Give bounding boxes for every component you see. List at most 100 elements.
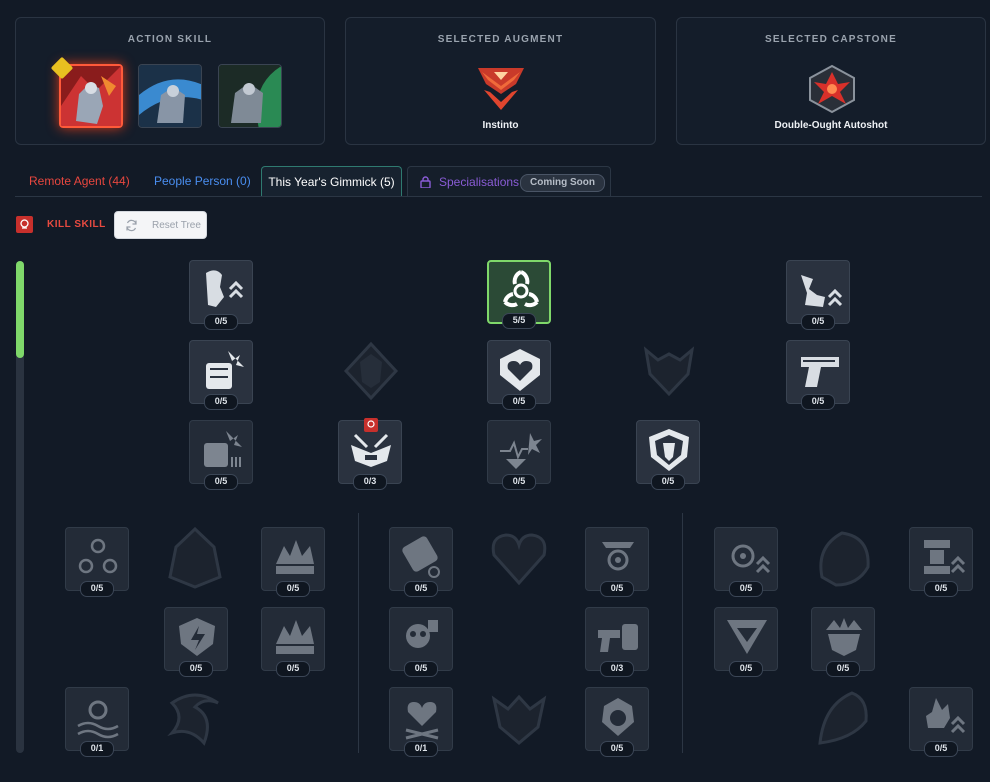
scrollbar-thumb[interactable] xyxy=(16,261,24,358)
skill-node-fist-crash[interactable]: 0/5 xyxy=(189,420,253,490)
skill-node-gun-fist[interactable]: 0/3 xyxy=(585,607,649,677)
skill-rank: 0/3 xyxy=(353,474,387,490)
boot-upgrade-icon xyxy=(801,275,843,307)
demon-emblem-icon xyxy=(643,346,695,397)
skill-rank: 0/5 xyxy=(502,474,536,490)
skill-rank: 0/5 xyxy=(179,661,213,677)
skill-node-skull-gear[interactable]: 0/5 xyxy=(585,687,649,757)
skill-rank: 0/5 xyxy=(276,661,310,677)
tab-remote-agent[interactable]: Remote Agent (44) xyxy=(29,166,130,196)
skill-rank: 0/5 xyxy=(801,314,835,330)
augment-icon[interactable] xyxy=(474,64,528,112)
fist-impact-icon xyxy=(206,351,244,389)
tab-people-person[interactable]: People Person (0) xyxy=(154,166,251,196)
skill-rank: 0/1 xyxy=(404,741,438,757)
skill-node-biohazard-wave[interactable]: 0/1 xyxy=(65,687,129,757)
skill-node-gear-grenade[interactable]: 0/5 xyxy=(389,527,453,597)
action-skill-title: ACTION SKILL xyxy=(127,34,213,45)
biohazard-icon xyxy=(503,270,539,308)
augment-panel: SELECTED AUGMENT Instinto xyxy=(345,17,656,145)
shield-bolt-icon xyxy=(179,618,215,656)
shield-chevron-icon xyxy=(727,620,767,654)
claw-emblem-icon xyxy=(818,691,868,745)
tab-specialisations[interactable]: Specialisations Coming Soon xyxy=(407,166,611,196)
skill-node-biohazard[interactable]: 5/5 xyxy=(487,260,551,329)
skill-rank: 0/5 xyxy=(651,474,685,490)
skill-rank: 0/5 xyxy=(404,581,438,597)
skull-gear-icon xyxy=(602,698,634,736)
skill-node-crown-shield[interactable]: 0/5 xyxy=(811,607,875,677)
augment-name: Instinto xyxy=(482,120,519,131)
coming-soon-badge: Coming Soon xyxy=(520,174,605,192)
gear-grenade-icon xyxy=(402,536,440,578)
skill-node-shield-crest[interactable]: 0/5 xyxy=(636,420,700,490)
heart-emblem-icon xyxy=(491,533,547,586)
skill-node-flame-upgrade[interactable]: 0/5 xyxy=(909,687,973,757)
skill-node-heart-shield[interactable]: 0/5 xyxy=(487,340,551,410)
skill-rank: 0/1 xyxy=(80,741,114,757)
skill-node-head-upgrade[interactable]: 0/5 xyxy=(189,260,253,330)
heart-shield-icon xyxy=(500,349,540,391)
specialisations-label: Specialisations xyxy=(439,175,520,189)
skill-rank: 0/5 xyxy=(204,314,238,330)
robot-emblem-icon xyxy=(343,341,399,401)
branch-divider-left xyxy=(358,513,359,753)
skill-node-explosion-mid[interactable]: 0/5 xyxy=(261,607,325,677)
turret-upgrade-icon xyxy=(924,540,966,574)
skill-node-shield-bolt[interactable]: 0/5 xyxy=(164,607,228,677)
action-skill-slot-3[interactable] xyxy=(218,64,282,128)
reset-tree-label: Reset Tree xyxy=(152,220,201,231)
skill-node-heartbeat-blast[interactable]: 0/5 xyxy=(487,420,551,490)
crown-shield-icon xyxy=(826,618,862,656)
skill-rank: 0/5 xyxy=(924,741,958,757)
lock-icon xyxy=(420,176,431,188)
tab-underline xyxy=(15,196,982,197)
skill-rank: 0/5 xyxy=(276,581,310,597)
skill-node-pistol[interactable]: 0/5 xyxy=(786,340,850,410)
vortex-emblem-icon xyxy=(167,693,219,746)
pistol-icon xyxy=(801,357,839,387)
skill-rank: 0/5 xyxy=(600,581,634,597)
skill-node-explosion-top[interactable]: 0/5 xyxy=(261,527,325,597)
action-skill-slot-2[interactable] xyxy=(138,64,202,128)
action-skill-panel: ACTION SKILL xyxy=(15,17,325,145)
triple-biohazard-icon xyxy=(78,538,118,574)
skill-node-fist-impact[interactable]: 0/5 xyxy=(189,340,253,410)
warlord-emblem-icon xyxy=(168,527,222,589)
heart-crossbones-icon xyxy=(405,702,439,740)
fist-crash-icon xyxy=(204,431,242,467)
capstone-title: SELECTED CAPSTONE xyxy=(765,34,897,45)
shield-crest-icon xyxy=(649,429,689,471)
branch-divider-right xyxy=(682,513,683,753)
skill-node-skull-grenade[interactable]: 0/5 xyxy=(389,607,453,677)
biohazard-wave-icon xyxy=(77,700,119,739)
skill-rank: 0/5 xyxy=(826,661,860,677)
skill-node-boot-upgrade[interactable]: 0/5 xyxy=(786,260,850,330)
action-skill-slot-1[interactable] xyxy=(59,64,123,128)
skill-rank: 0/5 xyxy=(924,581,958,597)
biohazard-upgrade-icon xyxy=(731,544,771,574)
skill-node-heart-crossbones[interactable]: 0/1 xyxy=(389,687,453,757)
robot-mask-icon xyxy=(351,433,391,467)
skill-rank: 0/5 xyxy=(801,394,835,410)
skill-rank: 0/5 xyxy=(600,741,634,757)
skill-rank: 0/5 xyxy=(729,581,763,597)
refresh-icon xyxy=(126,219,137,232)
explosion-icon xyxy=(276,620,314,654)
skull-grenade-icon xyxy=(406,620,438,648)
skill-node-biohazard-upgrade[interactable]: 0/5 xyxy=(714,527,778,597)
tab-this-years-gimmick[interactable]: This Year's Gimmick (5) xyxy=(261,166,402,196)
kill-skill-icon xyxy=(16,216,33,233)
skill-node-turret-upgrade[interactable]: 0/5 xyxy=(909,527,973,597)
flame-upgrade-icon xyxy=(926,698,966,734)
reset-tree-button[interactable]: Reset Tree xyxy=(114,211,207,239)
skill-node-triple-biohazard[interactable]: 0/5 xyxy=(65,527,129,597)
skill-node-eye-reticle[interactable]: 0/5 xyxy=(585,527,649,597)
skill-rank: 0/5 xyxy=(204,394,238,410)
capstone-icon[interactable] xyxy=(806,64,858,114)
kill-skill-label: KILL SKILL xyxy=(47,219,106,230)
explosion-icon xyxy=(276,540,314,574)
skill-rank: 0/3 xyxy=(600,661,634,677)
skill-rank: 0/5 xyxy=(80,581,114,597)
skill-node-shield-chevron[interactable]: 0/5 xyxy=(714,607,778,677)
